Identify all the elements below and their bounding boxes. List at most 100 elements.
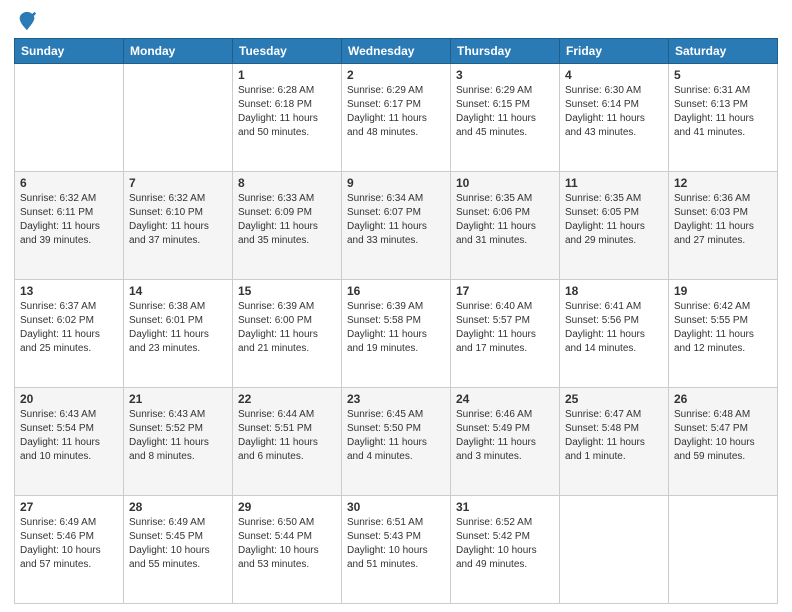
day-number: 17 <box>456 284 554 298</box>
calendar-cell: 16 Sunrise: 6:39 AMSunset: 5:58 PMDayligh… <box>342 280 451 388</box>
calendar-cell: 11 Sunrise: 6:35 AMSunset: 6:05 PMDayligh… <box>560 172 669 280</box>
day-number: 2 <box>347 68 445 82</box>
calendar-cell <box>560 496 669 604</box>
day-number: 31 <box>456 500 554 514</box>
day-number: 13 <box>20 284 118 298</box>
day-info: Sunrise: 6:35 AMSunset: 6:06 PMDaylight:… <box>456 192 554 248</box>
day-number: 30 <box>347 500 445 514</box>
week-row-4: 20Sunrise: 6:43 AMSunset: 5:54 PMDayligh… <box>15 388 778 496</box>
week-row-3: 13Sunrise: 6:37 AMSunset: 6:02 PMDayligh… <box>15 280 778 388</box>
day-info: Sunrise: 6:41 AMSunset: 5:56 PMDaylight:… <box>565 300 663 356</box>
calendar-cell: 19 Sunrise: 6:42 AMSunset: 5:55 PMDayligh… <box>669 280 778 388</box>
day-info: Sunrise: 6:49 AMSunset: 5:46 PMDaylight:… <box>20 516 118 572</box>
day-number: 26 <box>674 392 772 406</box>
day-number: 1 <box>238 68 336 82</box>
day-number: 25 <box>565 392 663 406</box>
calendar-cell: 24 Sunrise: 6:46 AMSunset: 5:49 PMDayligh… <box>451 388 560 496</box>
calendar-cell: 30 Sunrise: 6:51 AMSunset: 5:43 PMDayligh… <box>342 496 451 604</box>
day-info: Sunrise: 6:29 AMSunset: 6:15 PMDaylight:… <box>456 84 554 140</box>
day-info: Sunrise: 6:31 AMSunset: 6:13 PMDaylight:… <box>674 84 772 140</box>
day-number: 28 <box>129 500 227 514</box>
logo-icon <box>16 10 38 32</box>
day-header-friday: Friday <box>560 39 669 64</box>
week-row-1: 1 Sunrise: 6:28 AMSunset: 6:18 PMDaylight… <box>15 64 778 172</box>
day-header-thursday: Thursday <box>451 39 560 64</box>
day-number: 24 <box>456 392 554 406</box>
day-number: 18 <box>565 284 663 298</box>
day-info: Sunrise: 6:49 AMSunset: 5:45 PMDaylight:… <box>129 516 227 572</box>
day-info: Sunrise: 6:33 AMSunset: 6:09 PMDaylight:… <box>238 192 336 248</box>
day-info: Sunrise: 6:43 AMSunset: 5:52 PMDaylight:… <box>129 408 227 464</box>
day-header-sunday: Sunday <box>15 39 124 64</box>
day-number: 27 <box>20 500 118 514</box>
calendar-cell: 12 Sunrise: 6:36 AMSunset: 6:03 PMDayligh… <box>669 172 778 280</box>
day-number: 14 <box>129 284 227 298</box>
day-number: 16 <box>347 284 445 298</box>
calendar-cell: 14Sunrise: 6:38 AMSunset: 6:01 PMDayligh… <box>124 280 233 388</box>
day-info: Sunrise: 6:40 AMSunset: 5:57 PMDaylight:… <box>456 300 554 356</box>
calendar-cell: 18 Sunrise: 6:41 AMSunset: 5:56 PMDayligh… <box>560 280 669 388</box>
day-info: Sunrise: 6:39 AMSunset: 5:58 PMDaylight:… <box>347 300 445 356</box>
day-info: Sunrise: 6:34 AMSunset: 6:07 PMDaylight:… <box>347 192 445 248</box>
day-number: 21 <box>129 392 227 406</box>
day-info: Sunrise: 6:50 AMSunset: 5:44 PMDaylight:… <box>238 516 336 572</box>
page: SundayMondayTuesdayWednesdayThursdayFrid… <box>0 0 792 612</box>
day-info: Sunrise: 6:29 AMSunset: 6:17 PMDaylight:… <box>347 84 445 140</box>
calendar-cell: 2 Sunrise: 6:29 AMSunset: 6:17 PMDaylight… <box>342 64 451 172</box>
week-row-5: 27 Sunrise: 6:49 AMSunset: 5:46 PMDayligh… <box>15 496 778 604</box>
day-header-monday: Monday <box>124 39 233 64</box>
day-info: Sunrise: 6:44 AMSunset: 5:51 PMDaylight:… <box>238 408 336 464</box>
week-row-2: 6 Sunrise: 6:32 AMSunset: 6:11 PMDaylight… <box>15 172 778 280</box>
day-info: Sunrise: 6:36 AMSunset: 6:03 PMDaylight:… <box>674 192 772 248</box>
calendar-cell: 28 Sunrise: 6:49 AMSunset: 5:45 PMDayligh… <box>124 496 233 604</box>
calendar-cell: 20Sunrise: 6:43 AMSunset: 5:54 PMDayligh… <box>15 388 124 496</box>
day-number: 5 <box>674 68 772 82</box>
calendar-cell: 4 Sunrise: 6:30 AMSunset: 6:14 PMDaylight… <box>560 64 669 172</box>
header <box>14 10 778 32</box>
day-number: 4 <box>565 68 663 82</box>
calendar-cell: 31 Sunrise: 6:52 AMSunset: 5:42 PMDayligh… <box>451 496 560 604</box>
day-info: Sunrise: 6:28 AMSunset: 6:18 PMDaylight:… <box>238 84 336 140</box>
calendar-cell <box>669 496 778 604</box>
day-info: Sunrise: 6:35 AMSunset: 6:05 PMDaylight:… <box>565 192 663 248</box>
day-number: 11 <box>565 176 663 190</box>
calendar-cell: 6 Sunrise: 6:32 AMSunset: 6:11 PMDaylight… <box>15 172 124 280</box>
calendar-cell: 25 Sunrise: 6:47 AMSunset: 5:48 PMDayligh… <box>560 388 669 496</box>
calendar-cell: 10Sunrise: 6:35 AMSunset: 6:06 PMDayligh… <box>451 172 560 280</box>
day-number: 19 <box>674 284 772 298</box>
calendar-cell: 5 Sunrise: 6:31 AMSunset: 6:13 PMDaylight… <box>669 64 778 172</box>
day-number: 9 <box>347 176 445 190</box>
day-number: 3 <box>456 68 554 82</box>
day-number: 22 <box>238 392 336 406</box>
day-header-tuesday: Tuesday <box>233 39 342 64</box>
day-number: 15 <box>238 284 336 298</box>
day-info: Sunrise: 6:39 AMSunset: 6:00 PMDaylight:… <box>238 300 336 356</box>
calendar-cell: 15 Sunrise: 6:39 AMSunset: 6:00 PMDayligh… <box>233 280 342 388</box>
calendar-cell: 9 Sunrise: 6:34 AMSunset: 6:07 PMDaylight… <box>342 172 451 280</box>
day-number: 29 <box>238 500 336 514</box>
calendar-cell: 8 Sunrise: 6:33 AMSunset: 6:09 PMDaylight… <box>233 172 342 280</box>
calendar-cell: 17 Sunrise: 6:40 AMSunset: 5:57 PMDayligh… <box>451 280 560 388</box>
calendar-body: 1 Sunrise: 6:28 AMSunset: 6:18 PMDaylight… <box>15 64 778 604</box>
calendar-cell: 3 Sunrise: 6:29 AMSunset: 6:15 PMDaylight… <box>451 64 560 172</box>
calendar-cell: 21 Sunrise: 6:43 AMSunset: 5:52 PMDayligh… <box>124 388 233 496</box>
day-info: Sunrise: 6:46 AMSunset: 5:49 PMDaylight:… <box>456 408 554 464</box>
calendar-cell: 7Sunrise: 6:32 AMSunset: 6:10 PMDaylight… <box>124 172 233 280</box>
day-info: Sunrise: 6:47 AMSunset: 5:48 PMDaylight:… <box>565 408 663 464</box>
day-number: 6 <box>20 176 118 190</box>
calendar-cell: 26 Sunrise: 6:48 AMSunset: 5:47 PMDayligh… <box>669 388 778 496</box>
day-info: Sunrise: 6:52 AMSunset: 5:42 PMDaylight:… <box>456 516 554 572</box>
day-info: Sunrise: 6:51 AMSunset: 5:43 PMDaylight:… <box>347 516 445 572</box>
day-info: Sunrise: 6:30 AMSunset: 6:14 PMDaylight:… <box>565 84 663 140</box>
day-info: Sunrise: 6:32 AMSunset: 6:11 PMDaylight:… <box>20 192 118 248</box>
calendar-cell: 1 Sunrise: 6:28 AMSunset: 6:18 PMDaylight… <box>233 64 342 172</box>
calendar-cell: 13Sunrise: 6:37 AMSunset: 6:02 PMDayligh… <box>15 280 124 388</box>
calendar-table: SundayMondayTuesdayWednesdayThursdayFrid… <box>14 38 778 604</box>
day-number: 12 <box>674 176 772 190</box>
day-info: Sunrise: 6:42 AMSunset: 5:55 PMDaylight:… <box>674 300 772 356</box>
day-info: Sunrise: 6:32 AMSunset: 6:10 PMDaylight:… <box>129 192 227 248</box>
day-info: Sunrise: 6:48 AMSunset: 5:47 PMDaylight:… <box>674 408 772 464</box>
calendar-cell <box>15 64 124 172</box>
logo <box>14 10 38 32</box>
day-number: 8 <box>238 176 336 190</box>
